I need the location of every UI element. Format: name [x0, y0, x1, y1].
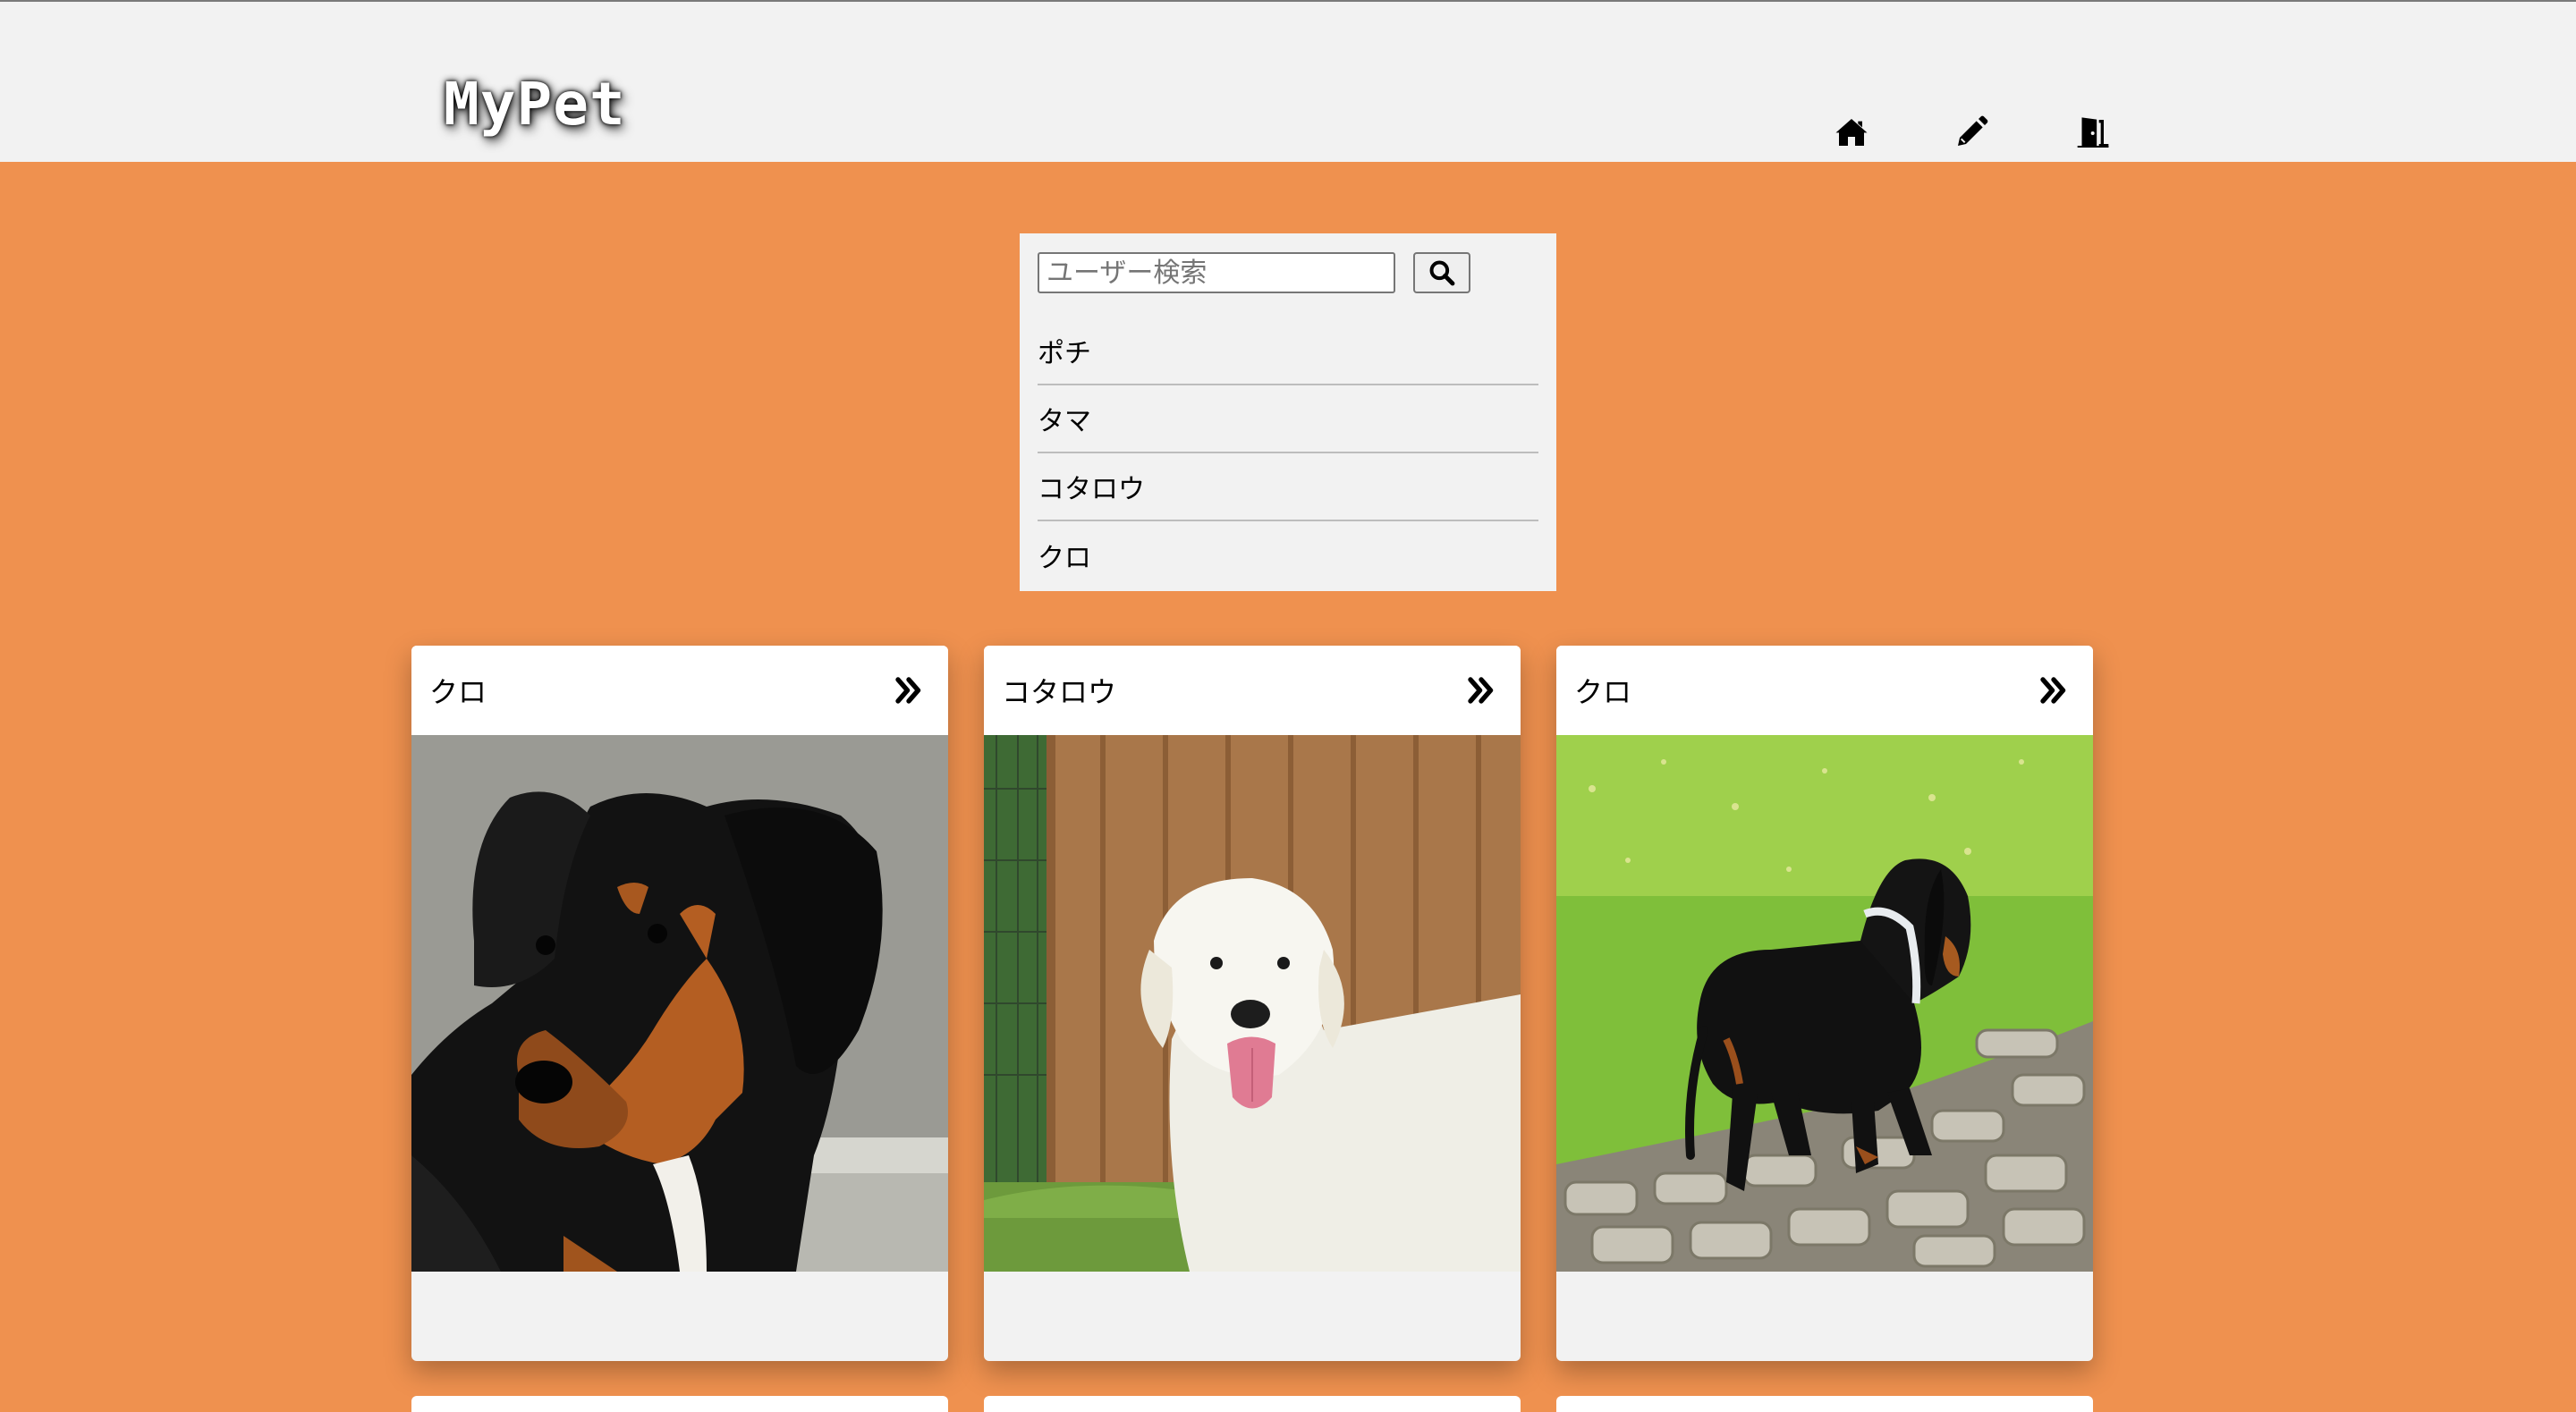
card-header: クロ — [411, 646, 948, 735]
search-row — [1038, 251, 1538, 294]
user-result-item[interactable]: ポチ — [1038, 317, 1538, 385]
card-header: コタロウ — [984, 646, 1521, 735]
top-bar: MyPet — [0, 0, 2576, 162]
card-header: クロ — [1556, 646, 2093, 735]
user-result-item[interactable]: コタロウ — [1038, 453, 1538, 521]
user-result-item[interactable]: タマ — [1038, 385, 1538, 453]
double-chevron-right-icon[interactable] — [893, 674, 925, 706]
user-result-list: ポチ タマ コタロウ クロ — [1038, 317, 1538, 589]
pet-photo[interactable] — [1556, 735, 2093, 1272]
pet-card-next-row — [1556, 1396, 2093, 1412]
pet-card: クロ — [411, 646, 948, 1361]
pencil-icon[interactable] — [1952, 113, 1991, 152]
double-chevron-right-icon[interactable] — [2038, 674, 2070, 706]
card-pet-name: クロ — [1574, 675, 1632, 709]
card-pet-name: コタロウ — [1002, 675, 1117, 709]
site-logo[interactable]: MyPet — [444, 68, 626, 141]
user-search-panel: ポチ タマ コタロウ クロ — [1020, 233, 1556, 591]
search-icon — [1429, 260, 1455, 286]
pet-card: クロ — [1556, 646, 2093, 1361]
user-search-input[interactable] — [1038, 252, 1395, 293]
pet-card-next-row — [411, 1396, 948, 1412]
logout-door-icon[interactable] — [2073, 113, 2113, 152]
double-chevron-right-icon[interactable] — [1465, 674, 1497, 706]
search-button[interactable] — [1413, 252, 1470, 293]
pet-photo[interactable] — [984, 735, 1521, 1272]
home-icon[interactable] — [1832, 113, 1871, 152]
card-pet-name: クロ — [429, 675, 487, 709]
pet-card-next-row — [984, 1396, 1521, 1412]
user-result-item[interactable]: クロ — [1038, 521, 1538, 589]
pet-photo[interactable] — [411, 735, 948, 1272]
pet-card: コタロウ — [984, 646, 1521, 1361]
